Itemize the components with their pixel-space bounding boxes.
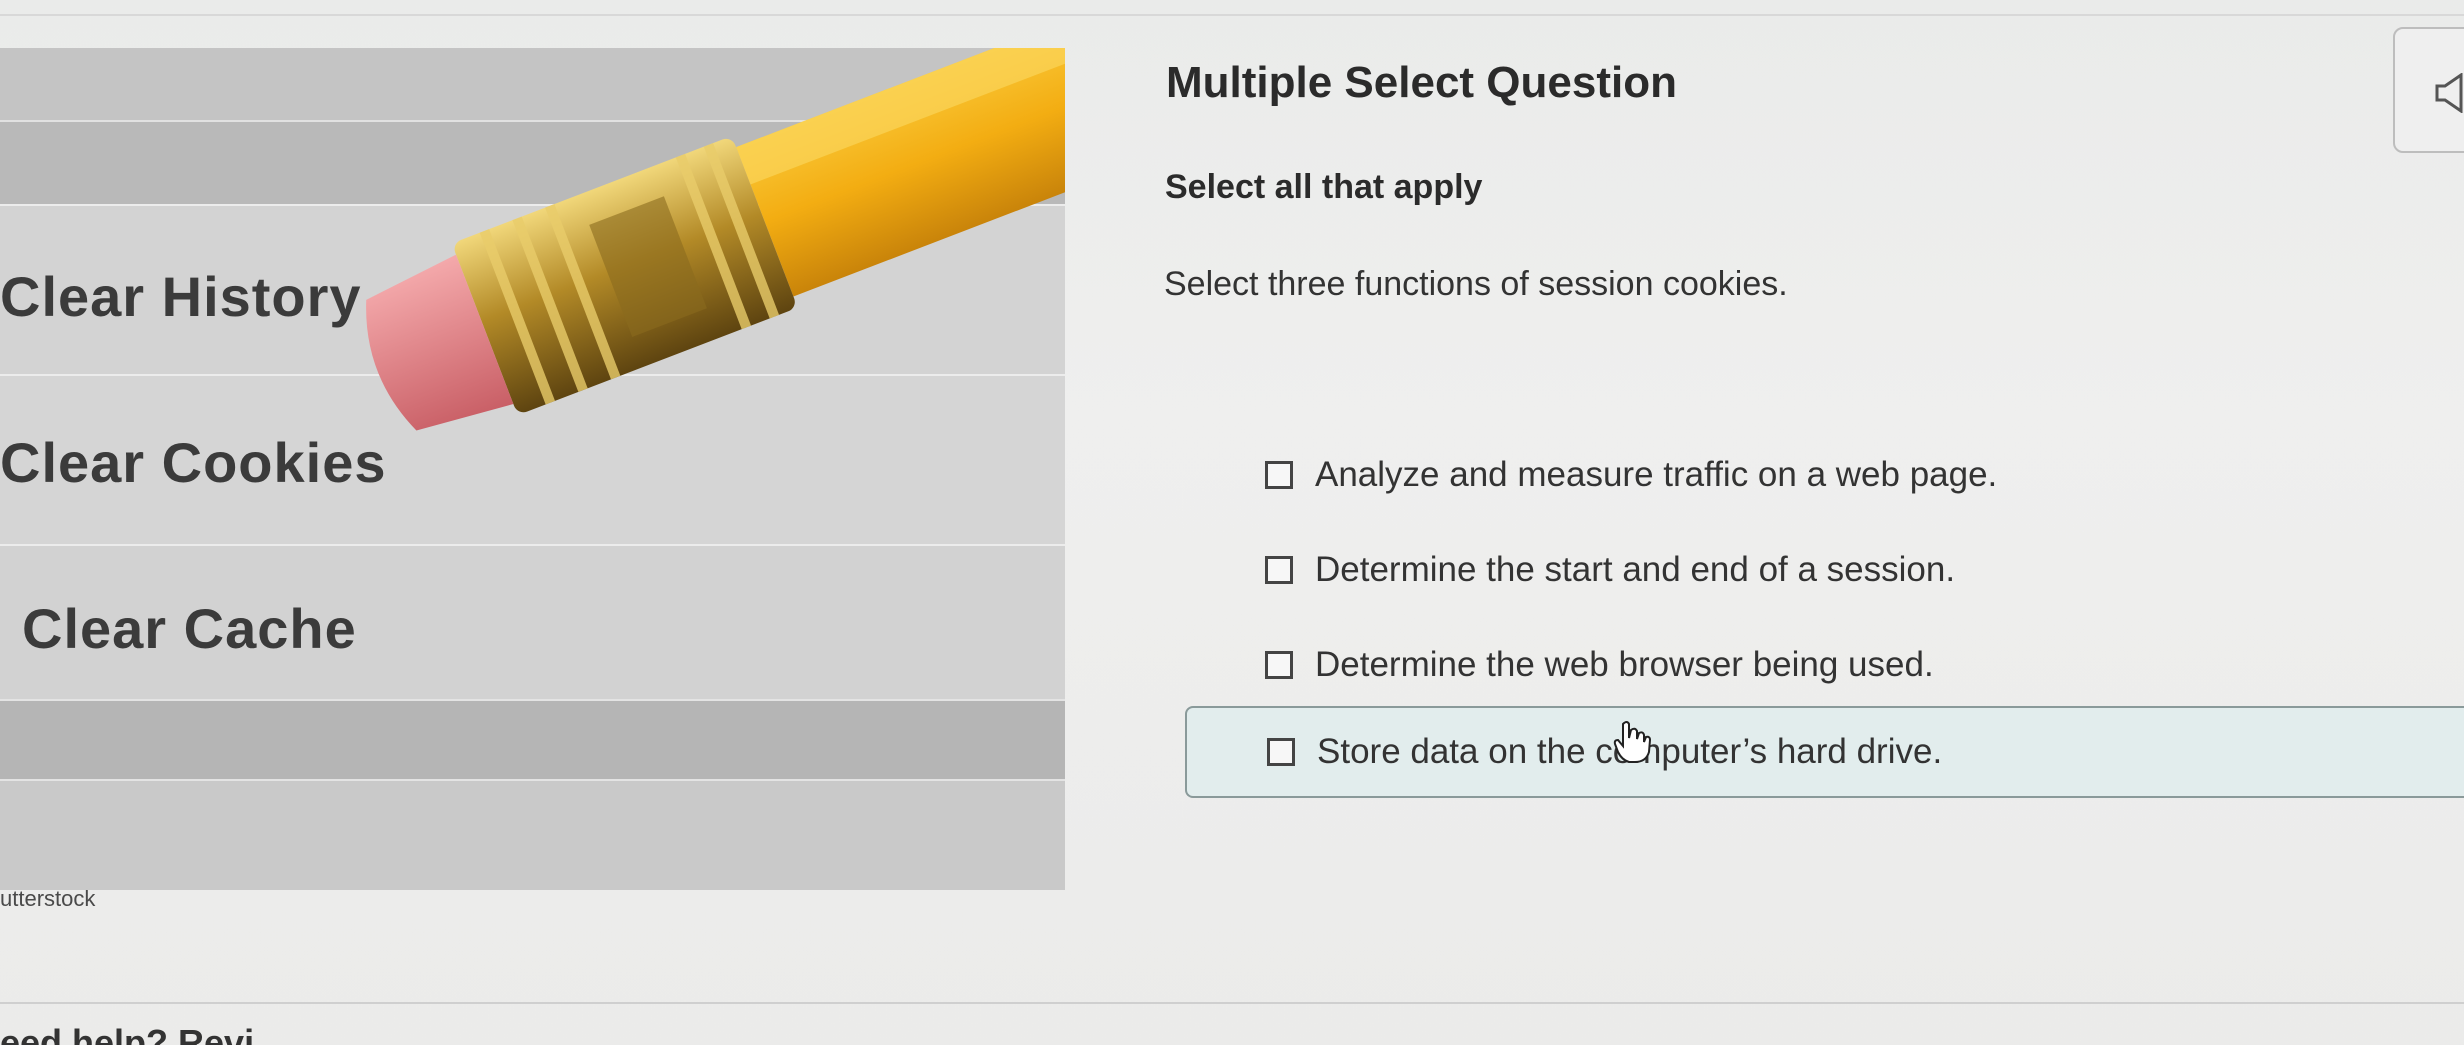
answer-option-2[interactable]: Determine the start and end of a session… [1265, 540, 2265, 600]
help-text-partial: eed help? Revi [0, 1022, 255, 1045]
question-type-title: Multiple Select Question [1166, 58, 1677, 107]
top-divider [0, 14, 2464, 16]
answer-option-3[interactable]: Determine the web browser being used. [1265, 635, 2265, 695]
checkbox[interactable] [1267, 738, 1295, 766]
answer-option-label: Analyze and measure traffic on a web pag… [1315, 455, 1998, 494]
speaker-icon [2435, 73, 2463, 113]
question-prompt: Select three functions of session cookie… [1164, 265, 1788, 303]
answer-option-label: Determine the start and end of a session… [1315, 550, 1956, 589]
checkbox[interactable] [1265, 556, 1293, 584]
question-instruction: Select all that apply [1165, 168, 1483, 206]
audio-button[interactable] [2393, 27, 2464, 153]
checkbox[interactable] [1265, 461, 1293, 489]
answer-option-4[interactable]: Store data on the computer’s hard drive. [1185, 706, 2464, 798]
bottom-divider [0, 1002, 2464, 1004]
checkbox[interactable] [1265, 651, 1293, 679]
pencil-eraser-icon [366, 48, 1065, 431]
hand-pointer-cursor-icon [1613, 721, 1652, 763]
illustration-image: Clear History Clear Cookies Clear Cache [0, 48, 1065, 890]
answer-option-1[interactable]: Analyze and measure traffic on a web pag… [1265, 445, 2265, 505]
image-credit: utterstock [0, 886, 96, 911]
answer-option-label: Determine the web browser being used. [1315, 645, 1934, 684]
